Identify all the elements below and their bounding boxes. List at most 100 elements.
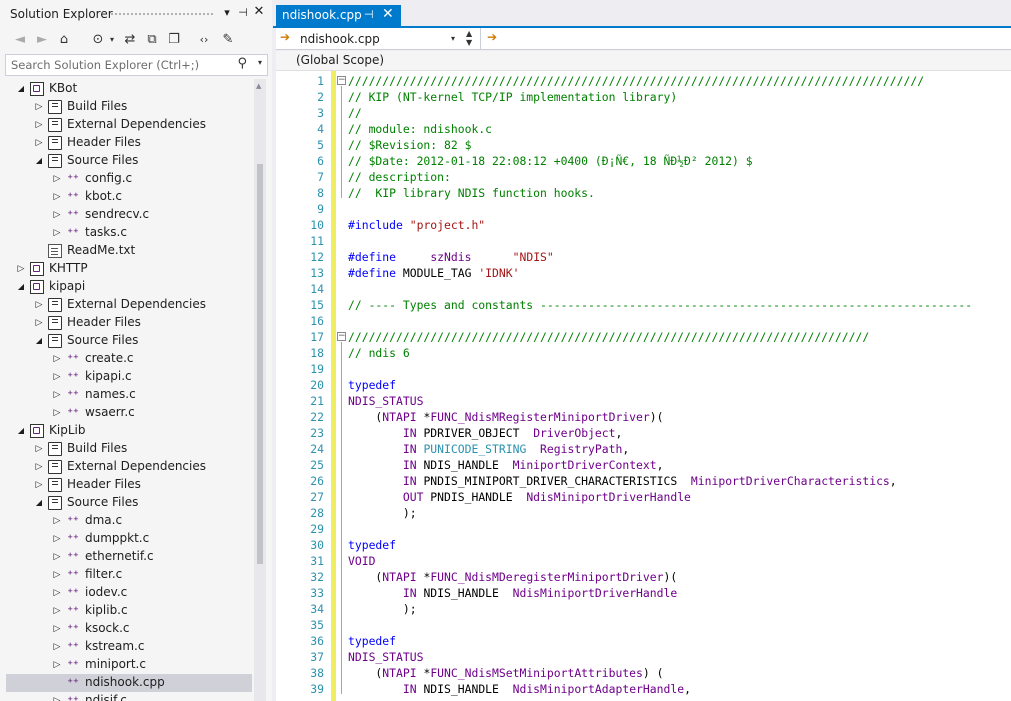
back-icon[interactable]: ◄	[10, 30, 30, 50]
chevron-down-icon[interactable]: ▾	[451, 34, 455, 43]
collapsed-arrow-icon[interactable]: ▷	[34, 442, 44, 456]
collapsed-arrow-icon[interactable]: ▷	[52, 694, 62, 701]
sync-with-document-icon[interactable]: ⇄	[120, 30, 140, 50]
tree-item-kipapi[interactable]: ◢ kipapi	[6, 278, 252, 296]
scrollbar-thumb[interactable]	[257, 164, 263, 564]
close-icon[interactable]: ✕	[252, 4, 266, 19]
tree-item-kiplib-c[interactable]: ▷ ⁺⁺ kiplib.c	[6, 602, 252, 620]
tree-item-ksock-c[interactable]: ▷ ⁺⁺ ksock.c	[6, 620, 252, 638]
collapsed-arrow-icon[interactable]: ▷	[52, 622, 62, 636]
collapse-region-icon[interactable]: −	[337, 332, 346, 341]
window-position-dropdown-icon[interactable]: ▾	[220, 6, 234, 19]
collapsed-arrow-icon[interactable]: ▷	[52, 406, 62, 420]
properties-wrench-icon[interactable]: ✎	[218, 30, 238, 50]
collapsed-arrow-icon[interactable]: ▷	[34, 478, 44, 492]
collapsed-arrow-icon[interactable]: ▷	[52, 388, 62, 402]
tree-item-source-files[interactable]: ◢ Source Files	[6, 152, 252, 170]
collapsed-arrow-icon[interactable]: ▷	[52, 514, 62, 528]
collapsed-arrow-icon[interactable]: ▷	[34, 316, 44, 330]
tree-item-kbot-c[interactable]: ▷ ⁺⁺ kbot.c	[6, 188, 252, 206]
collapsed-arrow-icon[interactable]: ▷	[34, 118, 44, 132]
collapsed-arrow-icon[interactable]: ▷	[52, 604, 62, 618]
collapsed-arrow-icon[interactable]: ▷	[52, 532, 62, 546]
expanded-arrow-icon[interactable]: ◢	[34, 154, 44, 168]
search-box[interactable]: ⚲ ▾	[5, 54, 268, 76]
collapsed-arrow-icon[interactable]: ▷	[52, 352, 62, 366]
collapsed-arrow-icon[interactable]: ▷	[52, 226, 62, 240]
collapsed-arrow-icon[interactable]: ▷	[52, 208, 62, 222]
split-spinner-icon[interactable]: ▲ ▼	[466, 29, 472, 47]
collapsed-arrow-icon[interactable]: ▷	[34, 298, 44, 312]
tree-item-dumppkt-c[interactable]: ▷ ⁺⁺ dumppkt.c	[6, 530, 252, 548]
auto-hide-pin-icon[interactable]: ⊣	[236, 6, 250, 19]
collapse-all-icon[interactable]: ⧉	[142, 30, 162, 50]
expanded-arrow-icon[interactable]: ◢	[16, 424, 26, 438]
search-input[interactable]	[11, 57, 231, 73]
expanded-arrow-icon[interactable]: ◢	[34, 496, 44, 510]
show-all-files-icon[interactable]: ❐	[164, 30, 184, 50]
code-area[interactable]: 1−//////////////////////////////////////…	[276, 71, 1011, 701]
tree-item-khttp[interactable]: ▷ KHTTP	[6, 260, 252, 278]
forward-icon[interactable]: ►	[32, 30, 52, 50]
tree-item-tasks-c[interactable]: ▷ ⁺⁺ tasks.c	[6, 224, 252, 242]
collapsed-arrow-icon[interactable]: ▷	[52, 586, 62, 600]
home-icon[interactable]: ⌂	[54, 30, 74, 50]
collapsed-arrow-icon[interactable]: ▷	[52, 640, 62, 654]
collapsed-arrow-icon[interactable]: ▷	[16, 262, 26, 276]
scroll-up-icon[interactable]: ▲	[256, 82, 261, 90]
expanded-arrow-icon[interactable]: ◢	[16, 280, 26, 294]
expanded-arrow-icon[interactable]: ◢	[16, 82, 26, 96]
close-tab-icon[interactable]: ✕	[382, 6, 394, 22]
tree-item-wsaerr-c[interactable]: ▷ ⁺⁺ wsaerr.c	[6, 404, 252, 422]
collapsed-arrow-icon[interactable]: ▷	[52, 550, 62, 564]
tree-item-external-dependencies[interactable]: ▷ External Dependencies	[6, 458, 252, 476]
tab-ndishook-cpp[interactable]: ndishook.cpp ⊣ ✕	[276, 5, 401, 26]
tree-item-build-files[interactable]: ▷ Build Files	[6, 98, 252, 116]
tree-item-kipapi-c[interactable]: ▷ ⁺⁺ kipapi.c	[6, 368, 252, 386]
tree-item-filter-c[interactable]: ▷ ⁺⁺ filter.c	[6, 566, 252, 584]
search-options-dropdown-icon[interactable]: ▾	[258, 58, 262, 67]
collapsed-arrow-icon[interactable]: ▷	[52, 190, 62, 204]
tree-item-names-c[interactable]: ▷ ⁺⁺ names.c	[6, 386, 252, 404]
drag-grip[interactable]	[110, 12, 214, 17]
tree-item-header-files[interactable]: ▷ Header Files	[6, 476, 252, 494]
filter-dropdown-icon[interactable]: ▾	[102, 30, 122, 50]
tree-item-external-dependencies[interactable]: ▷ External Dependencies	[6, 296, 252, 314]
tree-item-kstream-c[interactable]: ▷ ⁺⁺ kstream.c	[6, 638, 252, 656]
collapsed-arrow-icon[interactable]: ▷	[34, 100, 44, 114]
tree-item-external-dependencies[interactable]: ▷ External Dependencies	[6, 116, 252, 134]
collapsed-arrow-icon[interactable]: ▷	[34, 136, 44, 150]
collapsed-arrow-icon[interactable]: ▷	[52, 370, 62, 384]
collapsed-arrow-icon[interactable]: ▷	[52, 568, 62, 582]
collapsed-arrow-icon[interactable]: ▷	[52, 658, 62, 672]
tree-item-kiplib[interactable]: ◢ KipLib	[6, 422, 252, 440]
tree-item-sendrecv-c[interactable]: ▷ ⁺⁺ sendrecv.c	[6, 206, 252, 224]
view-code-icon[interactable]: ‹›	[194, 30, 214, 50]
collapsed-arrow-icon[interactable]: ▷	[52, 172, 62, 186]
tree-item-kbot[interactable]: ◢ KBot	[6, 80, 252, 98]
collapse-region-icon[interactable]: −	[337, 76, 346, 85]
tree-item-source-files[interactable]: ◢ Source Files	[6, 332, 252, 350]
tree-item-readme-txt[interactable]: ReadMe.txt	[6, 242, 252, 260]
search-icon[interactable]: ⚲	[237, 56, 247, 71]
tree-item-source-files[interactable]: ◢ Source Files	[6, 494, 252, 512]
tree-item-miniport-c[interactable]: ▷ ⁺⁺ miniport.c	[6, 656, 252, 674]
scope-bar[interactable]: (Global Scope)	[276, 51, 1011, 71]
tree-scrollbar[interactable]: ▲	[254, 79, 266, 701]
tree-item-ethernetif-c[interactable]: ▷ ⁺⁺ ethernetif.c	[6, 548, 252, 566]
tree-item-iodev-c[interactable]: ▷ ⁺⁺ iodev.c	[6, 584, 252, 602]
tree-item-config-c[interactable]: ▷ ⁺⁺ config.c	[6, 170, 252, 188]
collapsed-arrow-icon[interactable]: ▷	[34, 460, 44, 474]
tree-item-header-files[interactable]: ▷ Header Files	[6, 314, 252, 332]
tree-item-header-files[interactable]: ▷ Header Files	[6, 134, 252, 152]
member-dropdown[interactable]: ➔	[481, 28, 1011, 50]
solution-explorer-titlebar[interactable]: Solution Explorer ▾ ⊣ ✕	[0, 4, 272, 26]
file-dropdown[interactable]: ➔ ndishook.cpp ▾ ▲ ▼	[276, 28, 481, 50]
pin-icon[interactable]: ⊣	[364, 8, 374, 21]
tree-item-create-c[interactable]: ▷ ⁺⁺ create.c	[6, 350, 252, 368]
expanded-arrow-icon[interactable]: ◢	[34, 334, 44, 348]
tree-item-dma-c[interactable]: ▷ ⁺⁺ dma.c	[6, 512, 252, 530]
tree-item-build-files[interactable]: ▷ Build Files	[6, 440, 252, 458]
tree-item-ndisif-c[interactable]: ▷ ⁺⁺ ndisif.c	[6, 692, 252, 701]
tree-item-ndishook-cpp[interactable]: ⁺⁺ ndishook.cpp	[6, 674, 252, 692]
